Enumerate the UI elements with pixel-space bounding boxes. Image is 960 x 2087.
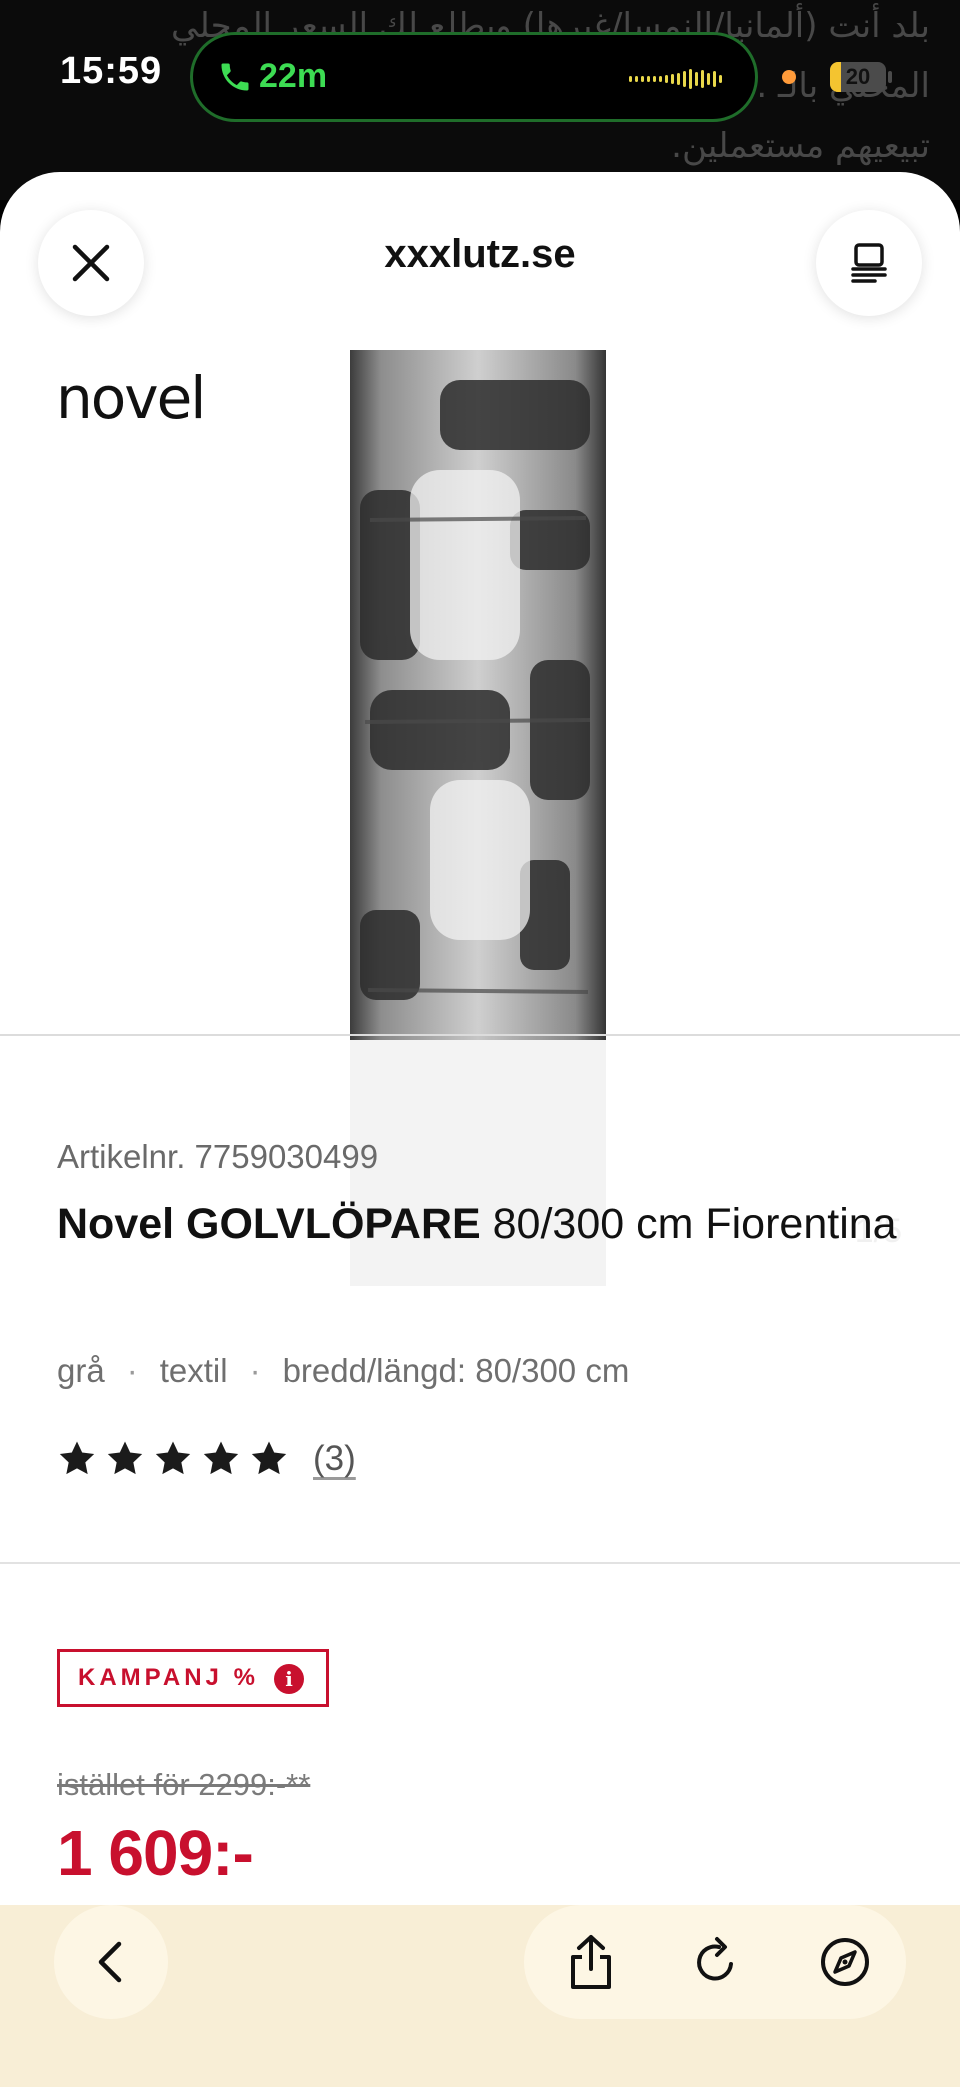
status-bar: بلد أنت (ألمانيا/النمسا/غيرها) وبطلع لك … xyxy=(0,0,960,200)
brand-logo: novel xyxy=(56,364,206,432)
star-icon xyxy=(251,1441,287,1475)
product-title: Novel GOLVLÖPARE 80/300 cm Fiorentina xyxy=(57,1194,897,1254)
sheet-header: xxxlutz.se xyxy=(0,172,960,342)
reader-mode-icon xyxy=(851,243,887,283)
toolbar-actions xyxy=(524,1905,906,2019)
current-price: 1 609:- xyxy=(57,1817,254,1889)
status-time: 15:59 xyxy=(60,50,163,92)
reader-mode-button[interactable] xyxy=(816,210,922,316)
share-button[interactable] xyxy=(552,1923,630,2001)
product-image[interactable] xyxy=(350,350,606,1040)
phone-icon xyxy=(221,63,249,91)
old-price: istället för 2299:-** xyxy=(57,1767,311,1802)
rating[interactable]: (3) xyxy=(57,1434,356,1484)
product-attributes: grå · textil · bredd/längd: 80/300 cm xyxy=(57,1352,629,1390)
attribute-separator: · xyxy=(126,1352,138,1389)
attribute-size: bredd/längd: 80/300 cm xyxy=(282,1352,630,1389)
product-title-variant: 80/300 cm Fiorentina xyxy=(480,1200,897,1248)
back-button[interactable] xyxy=(54,1905,168,2019)
battery-tip xyxy=(888,71,892,83)
browser-toolbar xyxy=(0,1905,960,2087)
audio-waveform-icon xyxy=(629,69,722,89)
privacy-indicator-dot xyxy=(782,70,796,84)
reload-button[interactable] xyxy=(676,1923,754,2001)
dynamic-island-call[interactable]: 22m xyxy=(190,32,758,122)
compass-button[interactable] xyxy=(806,1923,884,2001)
call-duration: 22m xyxy=(259,57,328,95)
reload-icon xyxy=(697,1937,733,1981)
section-divider xyxy=(0,1562,960,1564)
article-number: Artikelnr. 7759030499 xyxy=(57,1138,379,1175)
battery-indicator: 20 xyxy=(830,62,886,92)
share-icon xyxy=(571,1935,611,1989)
attribute-separator: · xyxy=(249,1352,261,1389)
campaign-label: KAMPANJ % xyxy=(78,1664,259,1691)
review-count-link[interactable]: (3) xyxy=(313,1439,356,1479)
star-icon xyxy=(155,1441,191,1475)
battery-level: 20 xyxy=(845,64,871,89)
star-icon xyxy=(59,1441,95,1475)
star-icon xyxy=(107,1441,143,1475)
campaign-badge[interactable]: KAMPANJ % i xyxy=(57,1649,329,1707)
compass-icon xyxy=(821,1938,869,1986)
attribute-material: textil xyxy=(159,1352,228,1389)
star-icon xyxy=(203,1441,239,1475)
info-icon[interactable]: i xyxy=(274,1664,304,1694)
product-title-brand: Novel GOLVLÖPARE xyxy=(57,1200,481,1248)
browser-sheet: xxxlutz.se novel 1/5 Artikelnr. 77590304… xyxy=(0,172,960,2087)
attribute-color: grå xyxy=(57,1352,105,1389)
chevron-left-icon xyxy=(98,1941,122,1983)
